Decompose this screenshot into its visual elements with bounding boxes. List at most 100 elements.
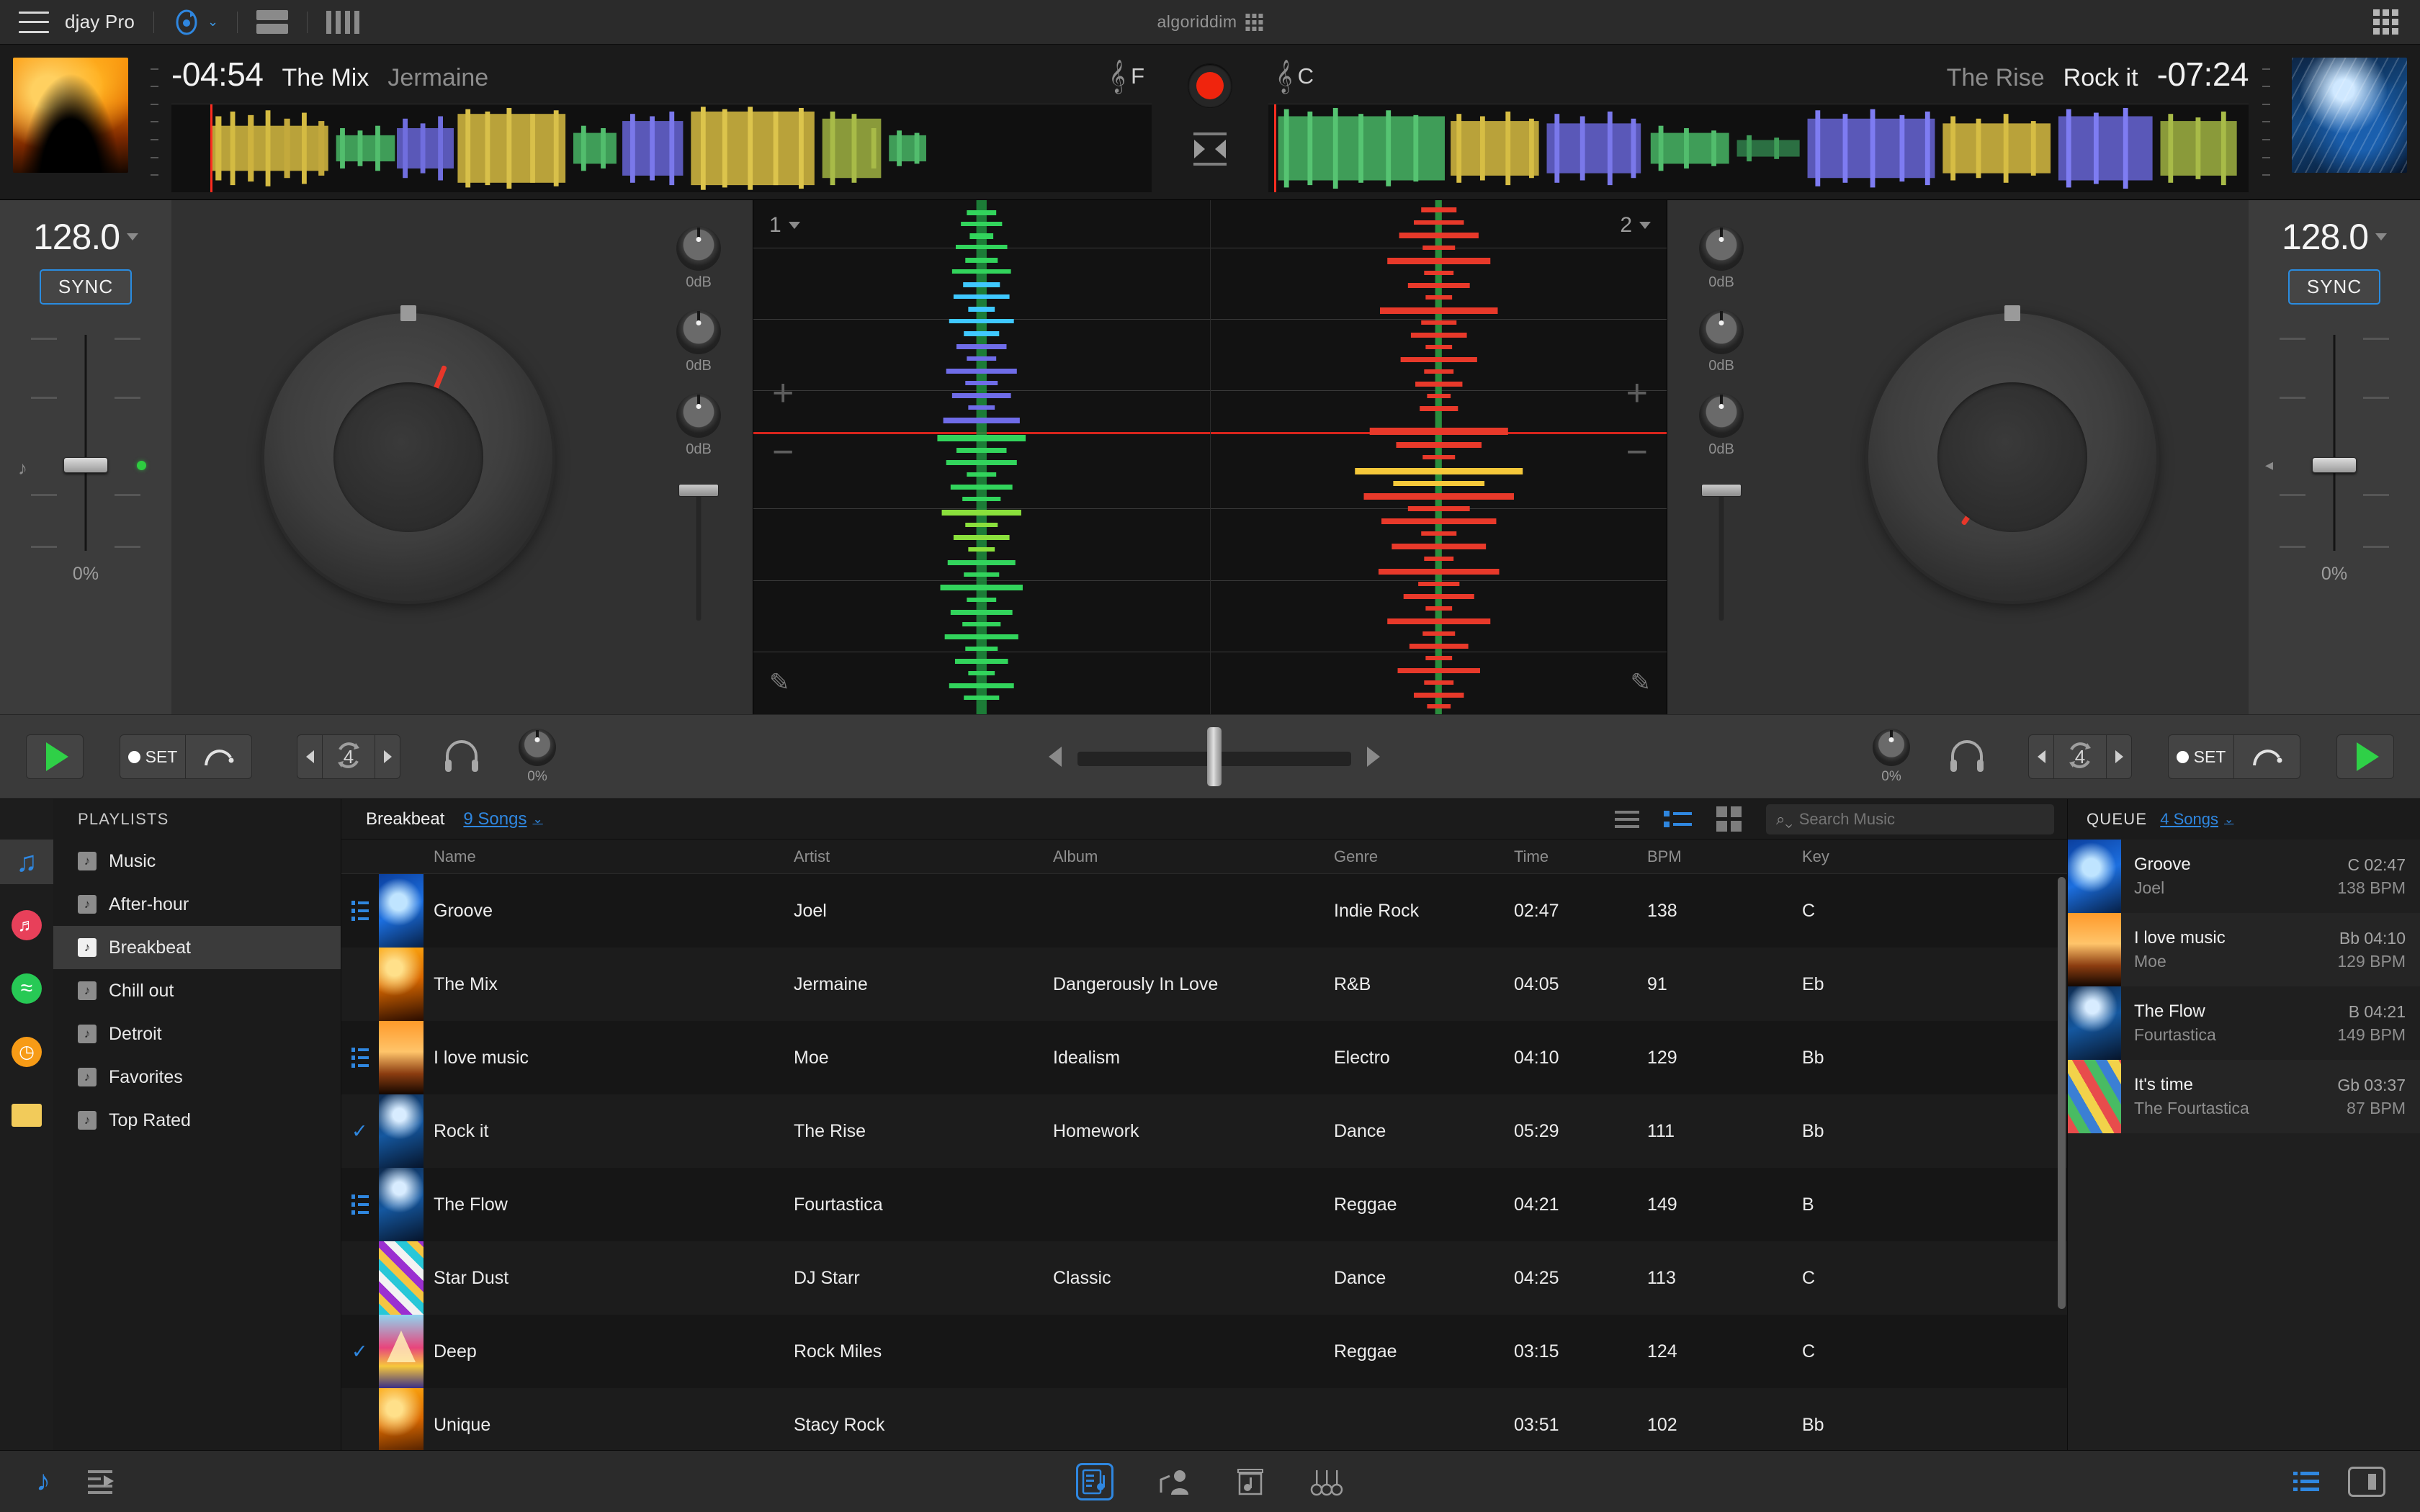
- playlist-item-favorites[interactable]: ♪Favorites: [53, 1056, 341, 1099]
- deck-a-volume-fader[interactable]: [677, 484, 720, 621]
- col-artist[interactable]: Artist: [784, 847, 1043, 866]
- track-row[interactable]: ✓DeepRock MilesReggae03:15124C: [341, 1315, 2067, 1388]
- deck-a-number-selector[interactable]: 1: [769, 213, 800, 238]
- deck-b-eq-low[interactable]: 0dB: [1699, 393, 1744, 458]
- panel-toggle-icon[interactable]: [2348, 1467, 2385, 1497]
- deck-a-pitch-fader[interactable]: ♪: [28, 335, 143, 551]
- deck-b-platter[interactable]: [1868, 313, 2156, 601]
- four-bars-icon[interactable]: [326, 11, 359, 34]
- crossfader-left-arrow[interactable]: [1049, 747, 1062, 767]
- deck-b-play-button[interactable]: [2336, 734, 2394, 779]
- deck-a-loop-button[interactable]: 4: [323, 734, 375, 779]
- deck-a-cue-set-button[interactable]: SET: [120, 734, 186, 779]
- search-box[interactable]: ⌕⌄: [1766, 804, 2054, 834]
- source-local-music[interactable]: ♫: [0, 840, 53, 884]
- deck-b-loop-halve-button[interactable]: [2028, 734, 2054, 779]
- hamburger-menu-icon[interactable]: [19, 12, 49, 33]
- col-time[interactable]: Time: [1504, 847, 1637, 866]
- music-note-icon[interactable]: ♪: [36, 1465, 50, 1498]
- deck-b-loop-button[interactable]: 4: [2054, 734, 2106, 779]
- automix-button[interactable]: ⌄: [173, 9, 218, 36]
- track-row[interactable]: The FlowFourtasticaReggae04:21149B: [341, 1168, 2067, 1241]
- deck-a-platter[interactable]: [264, 313, 552, 601]
- deck-b-edit-grid-icon[interactable]: ✎: [1631, 668, 1652, 697]
- deck-b-detail-waveform[interactable]: 2 + − ✎: [1210, 200, 1667, 714]
- library-songs-icon[interactable]: [1076, 1463, 1113, 1500]
- track-row[interactable]: GrooveJoelIndie Rock02:47138C: [341, 874, 2067, 948]
- layout-split-icon[interactable]: [256, 10, 288, 34]
- deck-a-eq-mid[interactable]: 0dB: [676, 310, 721, 374]
- playlist-play-icon[interactable]: [88, 1469, 121, 1495]
- track-row[interactable]: ✓Rock itThe RiseHomeworkDance05:29111Bb: [341, 1094, 2067, 1168]
- col-album[interactable]: Album: [1043, 847, 1324, 866]
- deck-a-sync-button[interactable]: SYNC: [40, 269, 132, 305]
- queue-item[interactable]: GrooveJoelC 02:47138 BPM: [2068, 840, 2420, 913]
- deck-a-overview-waveform[interactable]: [171, 104, 1152, 192]
- deck-a-zoom-in-button[interactable]: +: [772, 380, 794, 406]
- grid-apps-button[interactable]: [2373, 9, 2398, 35]
- deck-a-volume-thumb[interactable]: [678, 484, 719, 497]
- playlist-item-detroit[interactable]: ♪Detroit: [53, 1012, 341, 1056]
- deck-b-pitch-fader[interactable]: ◂: [2277, 335, 2392, 551]
- deck-a-bpm-control[interactable]: 128.0: [33, 216, 138, 258]
- crossfader-right-arrow[interactable]: [1367, 747, 1380, 767]
- instruments-icon[interactable]: [1309, 1467, 1344, 1496]
- col-key[interactable]: Key: [1792, 847, 2067, 866]
- track-row[interactable]: UniqueStacy Rock03:51102Bb: [341, 1388, 2067, 1450]
- deck-a-edit-grid-icon[interactable]: ✎: [769, 668, 790, 697]
- queue-item[interactable]: The FlowFourtasticaB 04:21149 BPM: [2068, 986, 2420, 1060]
- deck-a-eq-low[interactable]: 0dB: [676, 393, 721, 458]
- deck-b-volume-thumb[interactable]: [1701, 484, 1742, 497]
- deck-a-headphone-cue-button[interactable]: [442, 738, 481, 776]
- deck-b-overview-waveform[interactable]: [1268, 104, 2249, 192]
- view-grid-button[interactable]: [1716, 806, 1742, 832]
- deck-a-loop-double-button[interactable]: [375, 734, 400, 779]
- queue-count-dropdown[interactable]: 4 Songs ⌄: [2160, 810, 2233, 829]
- deck-a-cue-jump-button[interactable]: [186, 734, 252, 779]
- deck-b-zoom-in-button[interactable]: +: [1626, 380, 1648, 406]
- playlist-item-music[interactable]: ♪Music: [53, 840, 341, 883]
- microphone-singer-icon[interactable]: [1158, 1468, 1191, 1495]
- keylock-note-icon[interactable]: ♪: [18, 457, 27, 480]
- record-button[interactable]: [1188, 63, 1232, 108]
- source-itunes[interactable]: ♬: [0, 903, 53, 948]
- playlist-item-after-hour[interactable]: ♪After-hour: [53, 883, 341, 926]
- deck-b-eq-high[interactable]: 0dB: [1699, 226, 1744, 291]
- deck-b-bpm-control[interactable]: 128.0: [2282, 216, 2387, 258]
- deck-b-pitch-thumb[interactable]: [2312, 457, 2357, 473]
- source-folder[interactable]: [0, 1093, 53, 1138]
- album-art-icon[interactable]: [1236, 1467, 1265, 1496]
- track-row[interactable]: The MixJermaineDangerously In LoveR&B04:…: [341, 948, 2067, 1021]
- deck-b-number-selector[interactable]: 2: [1620, 213, 1651, 238]
- deck-b-cue-jump-button[interactable]: [2234, 734, 2300, 779]
- deck-b-cue-set-button[interactable]: SET: [2168, 734, 2234, 779]
- deck-a-fx-knob[interactable]: 0%: [519, 729, 556, 785]
- crossfader-thumb[interactable]: [1207, 727, 1222, 786]
- track-row[interactable]: Star DustDJ StarrClassicDance04:25113C: [341, 1241, 2067, 1315]
- source-history[interactable]: ◷: [0, 1030, 53, 1074]
- deck-a-detail-waveform[interactable]: 1 + − ✎: [753, 200, 1210, 714]
- deck-b-headphone-cue-button[interactable]: [1948, 738, 1986, 776]
- list-view-icon[interactable]: [2293, 1470, 2319, 1493]
- col-bpm[interactable]: BPM: [1637, 847, 1792, 866]
- queue-item[interactable]: I love musicMoeBb 04:10129 BPM: [2068, 913, 2420, 986]
- playlist-item-chill-out[interactable]: ♪Chill out: [53, 969, 341, 1012]
- col-name[interactable]: Name: [424, 847, 784, 866]
- playlist-item-top-rated[interactable]: ♪Top Rated: [53, 1099, 341, 1142]
- deck-b-sync-button[interactable]: SYNC: [2288, 269, 2380, 305]
- deck-a-play-button[interactable]: [26, 734, 84, 779]
- track-list-scrollbar[interactable]: [2058, 877, 2066, 1309]
- deck-b-volume-fader[interactable]: [1700, 484, 1743, 621]
- playlist-item-breakbeat[interactable]: ♪Breakbeat: [53, 926, 341, 969]
- deck-a-pitch-thumb[interactable]: [63, 457, 108, 473]
- queue-item[interactable]: It's timeThe FourtasticaGb 03:3787 BPM: [2068, 1060, 2420, 1133]
- search-input[interactable]: [1799, 810, 2044, 829]
- track-row[interactable]: I love musicMoeIdealismElectro04:10129Bb: [341, 1021, 2067, 1094]
- deck-a-eq-high[interactable]: 0dB: [676, 226, 721, 291]
- keylock-arrow-icon[interactable]: ◂: [2265, 456, 2273, 474]
- source-spotify[interactable]: ≈: [0, 966, 53, 1011]
- deck-a-loop-halve-button[interactable]: [297, 734, 323, 779]
- deck-b-zoom-out-button[interactable]: −: [1626, 439, 1648, 465]
- song-count-dropdown[interactable]: 9 Songs ⌄: [463, 809, 542, 829]
- collapse-waveform-button[interactable]: [1191, 132, 1229, 166]
